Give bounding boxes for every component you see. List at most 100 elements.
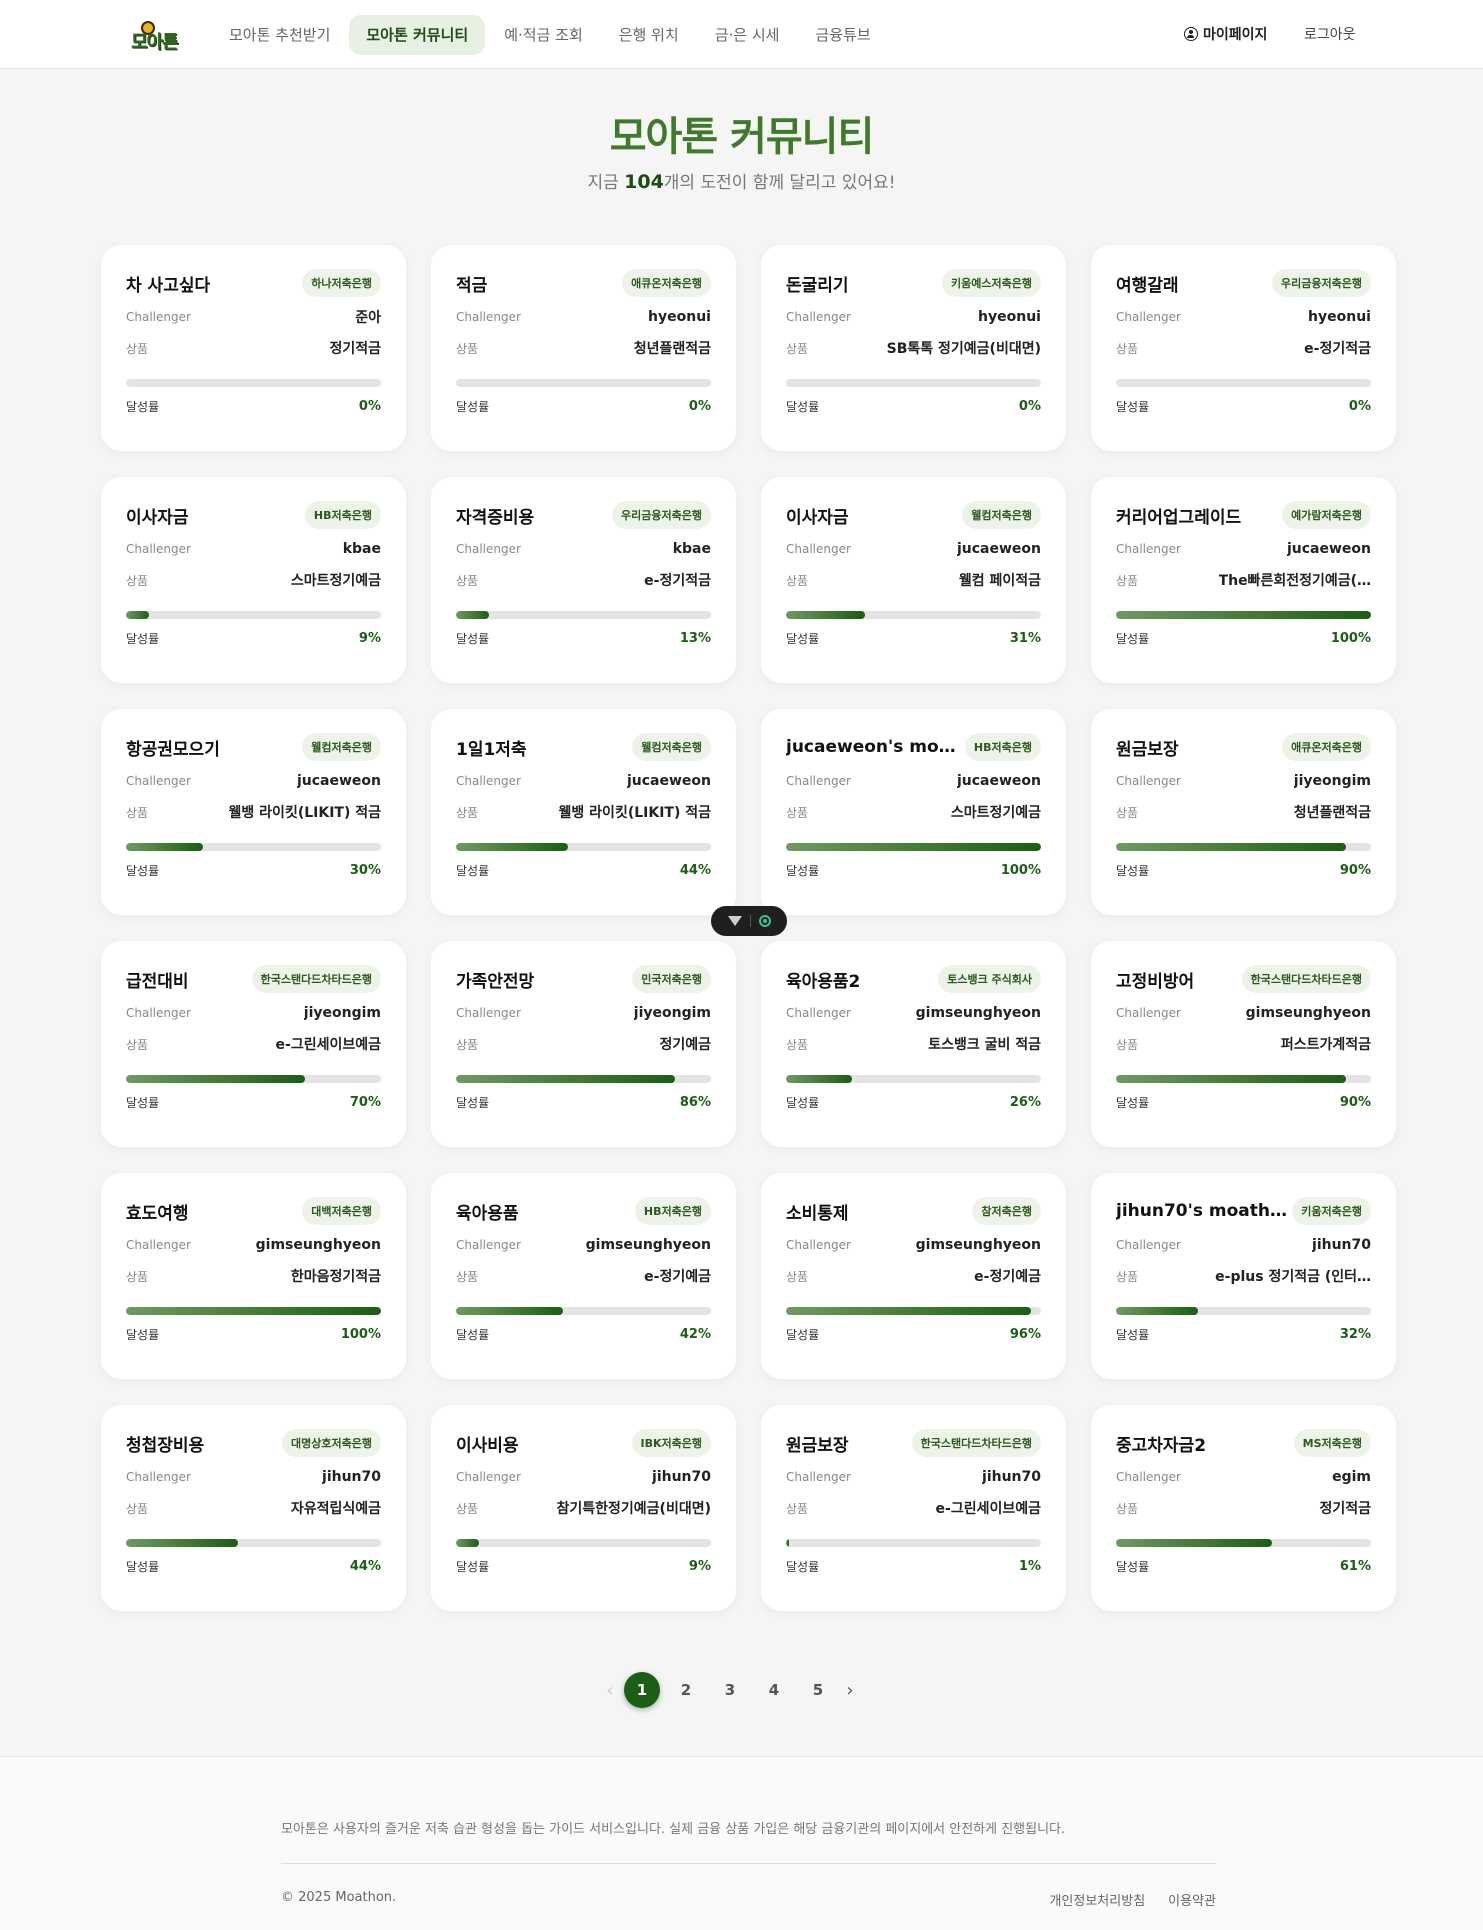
logo[interactable]: 모아톤 — [131, 18, 181, 54]
product-name: 청년플랜적금 — [633, 341, 711, 357]
challenge-card[interactable]: 자격증비용 우리금융저축은행 Challenger kbae 상품 e-정기적금… — [431, 477, 736, 683]
challenge-card[interactable]: 차 사고싶다 하나저축은행 Challenger 준아 상품 정기적금 달성률 … — [101, 245, 406, 451]
challenge-card[interactable]: jucaeweon's moat… HB저축은행 Challenger juca… — [761, 709, 1066, 915]
copyright: © 2025 Moathon. — [281, 1890, 397, 1905]
progress-value: 86% — [679, 1095, 711, 1110]
terms-link[interactable]: 이용약관 — [1168, 1890, 1216, 1909]
challenge-card[interactable]: 항공권모으기 웰컴저축은행 Challenger jucaeweon 상품 웰뱅… — [101, 709, 406, 915]
bank-badge: HB저축은행 — [304, 501, 381, 529]
challenger-label: Challenger — [456, 774, 521, 788]
progress-value: 9% — [688, 1559, 711, 1574]
challenger-name: kbae — [342, 541, 381, 557]
product-name: 정기적금 — [1319, 1501, 1371, 1517]
card-title: 이사비용 — [456, 1435, 519, 1456]
page-title: 모아톤 커뮤니티 — [609, 114, 875, 160]
nav-item-gold-silver[interactable]: 금·은 시세 — [698, 15, 797, 55]
progress-track — [456, 379, 711, 387]
challenge-card[interactable]: 고정비방어 한국스탠다드차타드은행 Challenger gimseunghye… — [1091, 941, 1396, 1147]
nav-item-recommend[interactable]: 모아톤 추천받기 — [212, 15, 347, 55]
challenge-card[interactable]: 급전대비 한국스탠다드차타드은행 Challenger jiyeongim 상품… — [101, 941, 406, 1147]
top-navigation-bar: 모아톤 모아톤 추천받기 모아톤 커뮤니티 예·적금 조회 은행 위치 금·은 … — [0, 0, 1483, 69]
challenge-card[interactable]: 소비통제 참저축은행 Challenger gimseunghyeon 상품 e… — [761, 1173, 1066, 1379]
nav-item-finance-tube[interactable]: 금융튜브 — [798, 15, 887, 55]
next-page-icon[interactable]: › — [840, 1680, 860, 1701]
privacy-policy-link[interactable]: 개인정보처리방침 — [1049, 1890, 1145, 1909]
nav-item-deposit-search[interactable]: 예·적금 조회 — [487, 15, 600, 55]
mypage-label: 마이페이지 — [1203, 27, 1268, 43]
progress-value: 61% — [1339, 1559, 1371, 1574]
challenger-label: Challenger — [456, 1238, 521, 1252]
progress-fill — [456, 611, 490, 619]
challenge-count: 104 — [624, 171, 664, 193]
nav-item-community[interactable]: 모아톤 커뮤니티 — [349, 15, 486, 55]
page-5-button[interactable]: 5 — [800, 1672, 836, 1708]
card-title: 차 사고싶다 — [126, 275, 211, 296]
logout-link[interactable]: 로그아웃 — [1304, 24, 1356, 44]
progress-track — [786, 1075, 1041, 1083]
subtitle-prefix: 지금 — [587, 173, 625, 193]
progress-value: 30% — [349, 863, 381, 878]
nav-item-bank-location[interactable]: 은행 위치 — [602, 15, 696, 55]
challenge-card[interactable]: 이사자금 웰컴저축은행 Challenger jucaeweon 상품 웰컴 페… — [761, 477, 1066, 683]
challenge-card[interactable]: 중고차자금2 MS저축은행 Challenger egim 상품 정기적금 달성… — [1091, 1405, 1396, 1611]
challenge-card[interactable]: 육아용품 HB저축은행 Challenger gimseunghyeon 상품 … — [431, 1173, 736, 1379]
progress-label: 달성률 — [456, 632, 490, 646]
target-icon[interactable] — [758, 915, 771, 927]
bank-badge: HB저축은행 — [964, 733, 1041, 761]
floating-devtools-toolbar[interactable] — [711, 906, 787, 936]
challenger-label: Challenger — [1116, 774, 1181, 788]
challenge-card[interactable]: jihun70's moathon 키움저축은행 Challenger jihu… — [1091, 1173, 1396, 1379]
progress-fill — [1116, 1539, 1272, 1547]
card-title: 고정비방어 — [1116, 971, 1195, 992]
progress-value: 42% — [679, 1327, 711, 1342]
bank-badge: 대명상호저축은행 — [282, 1429, 381, 1457]
progress-value: 0% — [1018, 399, 1041, 414]
card-title: 이사자금 — [786, 507, 849, 528]
challenge-card[interactable]: 이사비용 IBK저축은행 Challenger jihun70 상품 참기특한정… — [431, 1405, 736, 1611]
challenge-card[interactable]: 적금 애큐온저축은행 Challenger hyeonui 상품 청년플랜적금 … — [431, 245, 736, 451]
challenge-card[interactable]: 원금보장 애큐온저축은행 Challenger jiyeongim 상품 청년플… — [1091, 709, 1396, 915]
product-label: 상품 — [1116, 573, 1139, 588]
prev-page-icon[interactable]: ‹ — [600, 1680, 620, 1701]
card-title: jucaeweon's moat… — [786, 737, 961, 757]
challenge-card[interactable]: 효도여행 대백저축은행 Challenger gimseunghyeon 상품 … — [101, 1173, 406, 1379]
progress-track — [456, 843, 711, 851]
progress-value: 100% — [1330, 631, 1371, 646]
product-label: 상품 — [456, 1037, 479, 1052]
progress-label: 달성률 — [456, 1096, 490, 1110]
page-4-button[interactable]: 4 — [756, 1672, 792, 1708]
challenge-card[interactable]: 여행갈래 우리금융저축은행 Challenger hyeonui 상품 e-정기… — [1091, 245, 1396, 451]
progress-track — [1116, 611, 1371, 619]
product-label: 상품 — [456, 805, 479, 820]
challenge-card[interactable]: 커리어업그레이드 예가람저축은행 Challenger jucaeweon 상품… — [1091, 477, 1396, 683]
bank-badge: 웰컴저축은행 — [302, 733, 381, 761]
bank-badge: 웰컴저축은행 — [632, 733, 711, 761]
bank-badge: 한국스탠다드차타드은행 — [1241, 965, 1371, 993]
challenge-card[interactable]: 청첩장비용 대명상호저축은행 Challenger jihun70 상품 자유적… — [101, 1405, 406, 1611]
bank-badge: 웰컴저축은행 — [962, 501, 1041, 529]
challenge-card[interactable]: 1일1저축 웰컴저축은행 Challenger jucaeweon 상품 웰뱅 … — [431, 709, 736, 915]
product-name: e-정기예금 — [644, 1269, 711, 1285]
progress-label: 달성률 — [786, 400, 820, 414]
page-3-button[interactable]: 3 — [712, 1672, 748, 1708]
challenge-card[interactable]: 이사자금 HB저축은행 Challenger kbae 상품 스마트정기예금 달… — [101, 477, 406, 683]
progress-fill — [456, 1307, 564, 1315]
mypage-link[interactable]: 마이페이지 — [1184, 24, 1267, 44]
product-label: 상품 — [126, 1269, 149, 1284]
card-title: 효도여행 — [126, 1203, 189, 1224]
progress-value: 0% — [358, 399, 381, 414]
challenge-card[interactable]: 육아용품2 토스뱅크 주식회사 Challenger gimseunghyeon… — [761, 941, 1066, 1147]
challenge-card[interactable]: 가족안전망 민국저축은행 Challenger jiyeongim 상품 정기예… — [431, 941, 736, 1147]
challenge-card[interactable]: 원금보장 한국스탠다드차타드은행 Challenger jihun70 상품 e… — [761, 1405, 1066, 1611]
progress-label: 달성률 — [786, 1328, 820, 1342]
page-2-button[interactable]: 2 — [668, 1672, 704, 1708]
progress-value: 13% — [679, 631, 711, 646]
vue-logo-icon[interactable] — [727, 916, 742, 926]
product-label: 상품 — [786, 1501, 809, 1516]
page-1-button[interactable]: 1 — [624, 1672, 660, 1708]
product-name: 웰뱅 라이킷(LIKIT) 적금 — [228, 805, 381, 821]
product-name: 퍼스트가계적금 — [1280, 1037, 1371, 1053]
progress-value: 32% — [1339, 1327, 1371, 1342]
progress-track — [786, 843, 1041, 851]
challenge-card[interactable]: 돈굴리기 키움예스저축은행 Challenger hyeonui 상품 SB톡톡… — [761, 245, 1066, 451]
